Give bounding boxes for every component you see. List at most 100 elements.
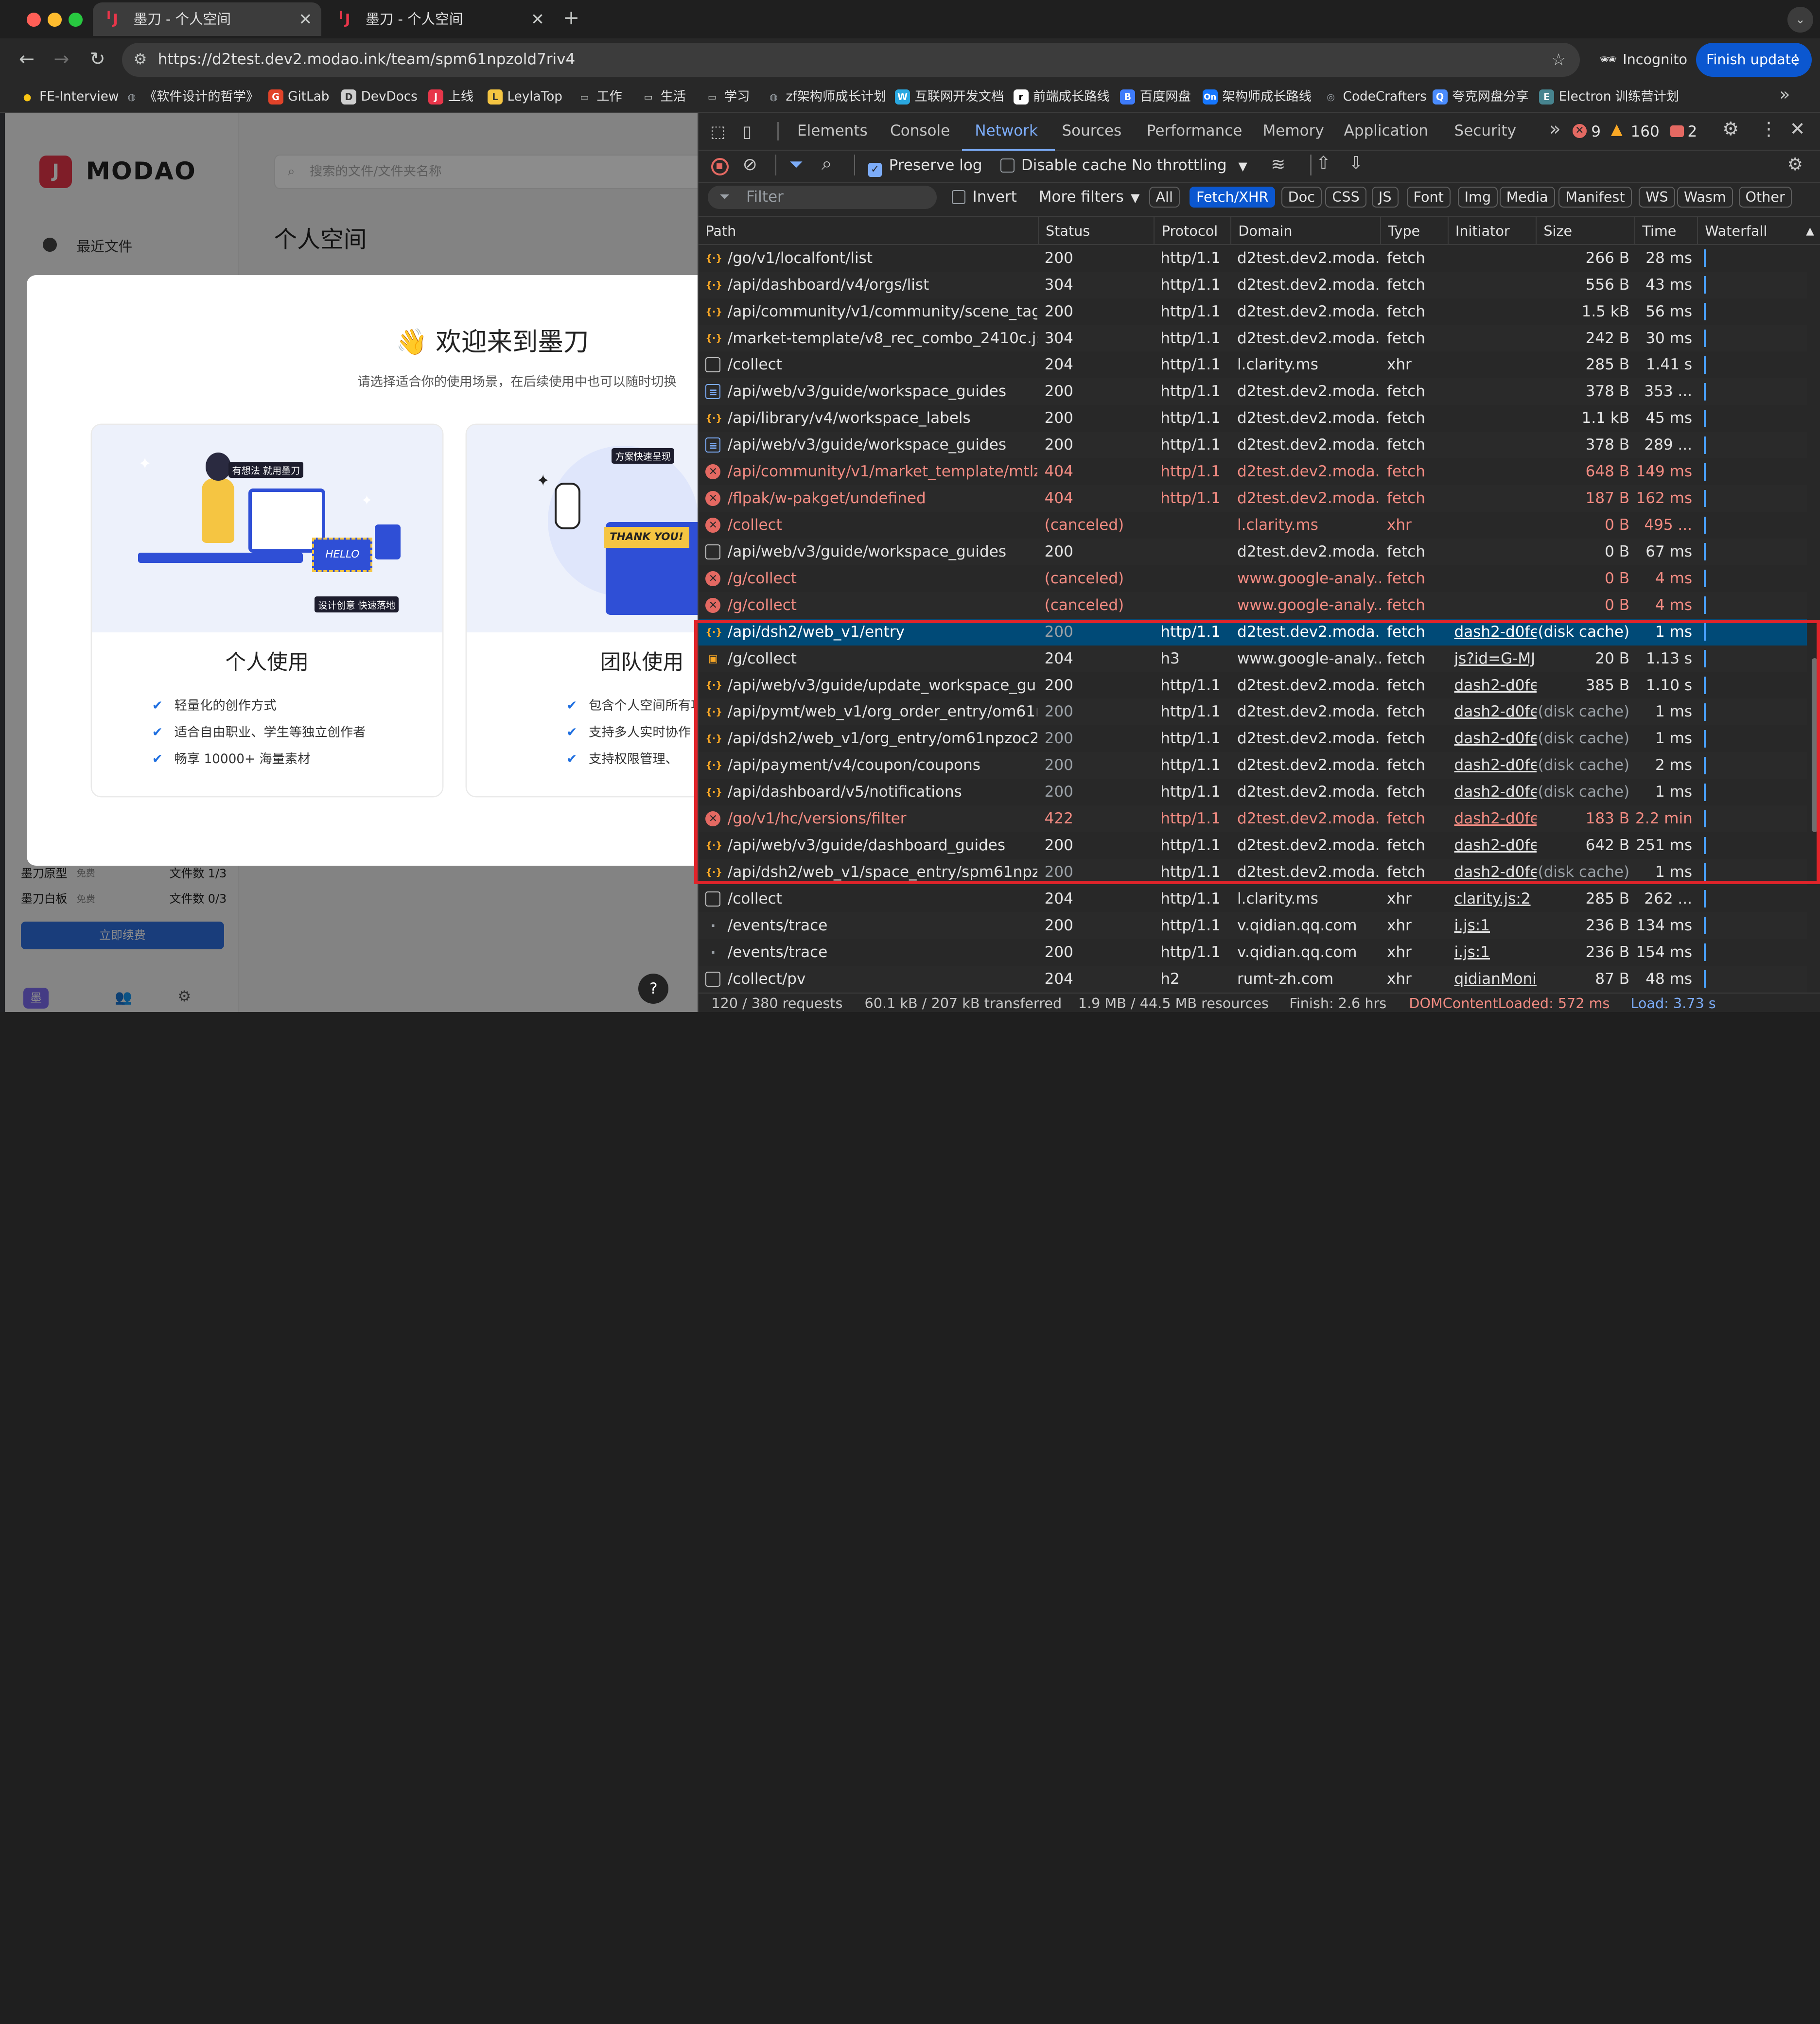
- column-header-waterfall[interactable]: Waterfall ▲: [1698, 217, 1820, 245]
- tab-security[interactable]: Security: [1454, 122, 1516, 140]
- preserve-log-checkbox[interactable]: ✓ Preserve log: [868, 157, 982, 177]
- forward-arrow-icon[interactable]: →: [49, 47, 74, 72]
- bookmark-item[interactable]: B 百度网盘: [1120, 87, 1191, 107]
- finish-update-button[interactable]: Finish update ⋮: [1696, 43, 1812, 77]
- invert-checkbox[interactable]: Invert: [951, 188, 1017, 206]
- table-row[interactable]: {·} /api/web/v3/guide/update_workspace_gu…: [699, 672, 1807, 699]
- site-settings-icon[interactable]: ⚙: [134, 43, 147, 76]
- filter-img[interactable]: Img: [1457, 187, 1498, 208]
- disable-cache-checkbox[interactable]: Disable cache: [1000, 157, 1127, 174]
- bookmark-item[interactable]: ◍ zf架构师成长计划: [766, 87, 886, 107]
- cell-initiator[interactable]: dash2-d0fe: [1449, 619, 1537, 646]
- table-row[interactable]: ≡ /api/web/v3/guide/workspace_guides 200 ht…: [699, 378, 1807, 405]
- tab-close-icon[interactable]: ✕: [298, 2, 312, 36]
- column-header-size[interactable]: Size: [1537, 217, 1635, 245]
- table-row[interactable]: ✕ /api/community/v1/market_template/mtlzq…: [699, 458, 1807, 486]
- close-window-button[interactable]: [26, 13, 41, 27]
- warning-count[interactable]: 160: [1630, 123, 1659, 140]
- filter-fetch-xhr[interactable]: Fetch/XHR: [1190, 187, 1276, 208]
- more-filters-select[interactable]: More filters ▼: [1039, 188, 1140, 206]
- tab-close-icon[interactable]: ✕: [531, 2, 544, 36]
- bookmark-item[interactable]: W 互联网开发文档: [894, 87, 1004, 107]
- tab-console[interactable]: Console: [890, 122, 950, 140]
- table-row[interactable]: ✕ /flpak/w-pakget/undefined 404 http/1.1 d2t…: [699, 485, 1807, 512]
- tab-performance[interactable]: Performance: [1147, 122, 1242, 140]
- bookmark-item[interactable]: D DevDocs: [341, 87, 418, 107]
- maximize-window-button[interactable]: [68, 13, 83, 27]
- bookmark-item[interactable]: L LeylaTop: [487, 87, 562, 107]
- table-row[interactable]: {·} /api/library/v4/workspace_labels 200 ht…: [699, 405, 1807, 432]
- column-header-type[interactable]: Type: [1381, 217, 1449, 245]
- record-stop-icon[interactable]: [711, 157, 729, 175]
- error-count[interactable]: 9: [1591, 123, 1601, 140]
- tab-sources[interactable]: Sources: [1062, 122, 1121, 140]
- bookmark-item[interactable]: J 上线: [428, 87, 473, 107]
- bookmark-item[interactable]: Q 夸克网盘分享: [1432, 87, 1529, 107]
- table-row[interactable]: {·} /api/dashboard/v5/notifications 200 htt…: [699, 779, 1807, 806]
- issue-count[interactable]: 2: [1687, 123, 1697, 140]
- cell-initiator[interactable]: i.js:1: [1449, 939, 1537, 966]
- back-arrow-icon[interactable]: ←: [14, 47, 40, 72]
- table-row[interactable]: ✕ /g/collect (canceled) www.google-analy...…: [699, 565, 1807, 592]
- clear-icon[interactable]: ⊘: [743, 155, 757, 174]
- table-row[interactable]: /collect/pv 204 h2 rumt-zh.com xhr qidianMoni…: [699, 965, 1807, 993]
- reload-icon[interactable]: ↻: [85, 47, 110, 72]
- cell-initiator[interactable]: js?id=G-MJ: [1449, 646, 1537, 672]
- network-settings-gear-icon[interactable]: ⚙: [1787, 155, 1803, 174]
- table-row[interactable]: {·} /api/community/v1/community/scene_tag…: [699, 298, 1807, 325]
- cell-initiator[interactable]: dash2-d0fe: [1449, 672, 1537, 699]
- scrollbar-thumb[interactable]: [1811, 658, 1818, 832]
- filter-all[interactable]: All: [1149, 187, 1180, 208]
- vertical-scrollbar[interactable]: [1809, 244, 1820, 993]
- team-use-card[interactable]: THANK YOU! 方案快速呈现 ✦ 团队使用 ✔ 包含个人空间所有功能 ✔ 支持…: [466, 424, 698, 796]
- table-row[interactable]: {·} /go/v1/localfont/list 200 http/1.1 d2tes…: [699, 244, 1807, 272]
- filter-js[interactable]: JS: [1371, 187, 1399, 208]
- cell-initiator[interactable]: dash2-d0fe: [1449, 805, 1537, 832]
- table-row[interactable]: ✕ /go/v1/hc/versions/filter 422 http/1.1 d2t…: [699, 805, 1807, 832]
- table-row[interactable]: /api/web/v3/guide/workspace_guides 200 d2t…: [699, 538, 1807, 565]
- network-conditions-icon[interactable]: ≋: [1271, 155, 1285, 174]
- table-row[interactable]: {·} /api/dsh2/web_v1/entry 200 http/1.1 d2te…: [699, 618, 1807, 646]
- bookmark-item[interactable]: E Electron 训练营计划: [1539, 87, 1679, 107]
- cell-initiator[interactable]: dash2-d0fe: [1449, 752, 1537, 779]
- tab-memory[interactable]: Memory: [1263, 122, 1324, 140]
- device-toolbar-icon[interactable]: ▯: [743, 122, 752, 141]
- filter-doc[interactable]: Doc: [1281, 187, 1322, 208]
- table-row[interactable]: {·} /api/dsh2/web_v1/org_entry/om61npzoc2…: [699, 725, 1807, 752]
- column-header-time[interactable]: Time: [1635, 217, 1698, 245]
- filter-wasm[interactable]: Wasm: [1677, 187, 1733, 208]
- more-vert-icon[interactable]: ⋮: [1760, 119, 1778, 140]
- bookmark-item[interactable]: ◎ CodeCrafters: [1323, 87, 1427, 107]
- table-row[interactable]: {·} /api/payment/v4/coupon/coupons 200 http…: [699, 752, 1807, 779]
- throttling-select[interactable]: No throttling ▼: [1132, 157, 1247, 174]
- bookmark-item[interactable]: ● FE-Interview: [20, 87, 119, 107]
- tab-search-chevron-icon[interactable]: ⌄: [1787, 7, 1813, 33]
- table-row[interactable]: /collect 204 http/1.1 l.clarity.ms xhr 285 B 1…: [699, 351, 1807, 379]
- export-har-icon[interactable]: ⇩: [1348, 153, 1363, 173]
- inspect-element-icon[interactable]: ⬚: [710, 122, 726, 141]
- bookmarks-more-icon[interactable]: »: [1779, 85, 1790, 105]
- bookmark-item[interactable]: ◍ 《软件设计的哲学》: [124, 87, 259, 107]
- more-tabs-icon[interactable]: »: [1549, 119, 1560, 140]
- filter-media[interactable]: Media: [1499, 187, 1555, 208]
- table-row[interactable]: {·} /api/dashboard/v4/orgs/list 304 http/1.…: [699, 271, 1807, 298]
- column-header-protocol[interactable]: Protocol: [1155, 217, 1232, 245]
- cell-initiator[interactable]: dash2-d0fe: [1449, 832, 1537, 859]
- import-har-icon[interactable]: ⇧: [1316, 153, 1330, 173]
- column-header-domain[interactable]: Domain: [1231, 217, 1382, 245]
- tab-network[interactable]: Network: [975, 122, 1038, 140]
- cell-initiator[interactable]: dash2-d0fe: [1449, 779, 1537, 805]
- filter-manifest[interactable]: Manifest: [1558, 187, 1632, 208]
- bookmark-item[interactable]: r 前端成长路线: [1013, 87, 1110, 107]
- table-row[interactable]: · /events/trace 200 http/1.1 v.qidian.qq.com…: [699, 912, 1807, 939]
- cell-initiator[interactable]: dash2-d0fe: [1449, 725, 1537, 752]
- search-icon[interactable]: ⌕: [822, 153, 832, 174]
- bookmark-item[interactable]: ▭ 工作: [577, 87, 622, 107]
- cell-initiator[interactable]: i.js:1: [1449, 912, 1537, 939]
- table-row[interactable]: ≡ /api/web/v3/guide/workspace_guides 200 ht…: [699, 432, 1807, 459]
- filter-ws[interactable]: WS: [1639, 187, 1675, 208]
- cell-initiator[interactable]: clarity.js:2: [1449, 886, 1537, 912]
- bookmark-item[interactable]: ▭ 生活: [641, 87, 686, 107]
- bookmark-item[interactable]: G GitLab: [268, 87, 329, 107]
- browser-tab-1[interactable]: ╹J 墨刀 - 个人空间 ✕: [93, 2, 322, 36]
